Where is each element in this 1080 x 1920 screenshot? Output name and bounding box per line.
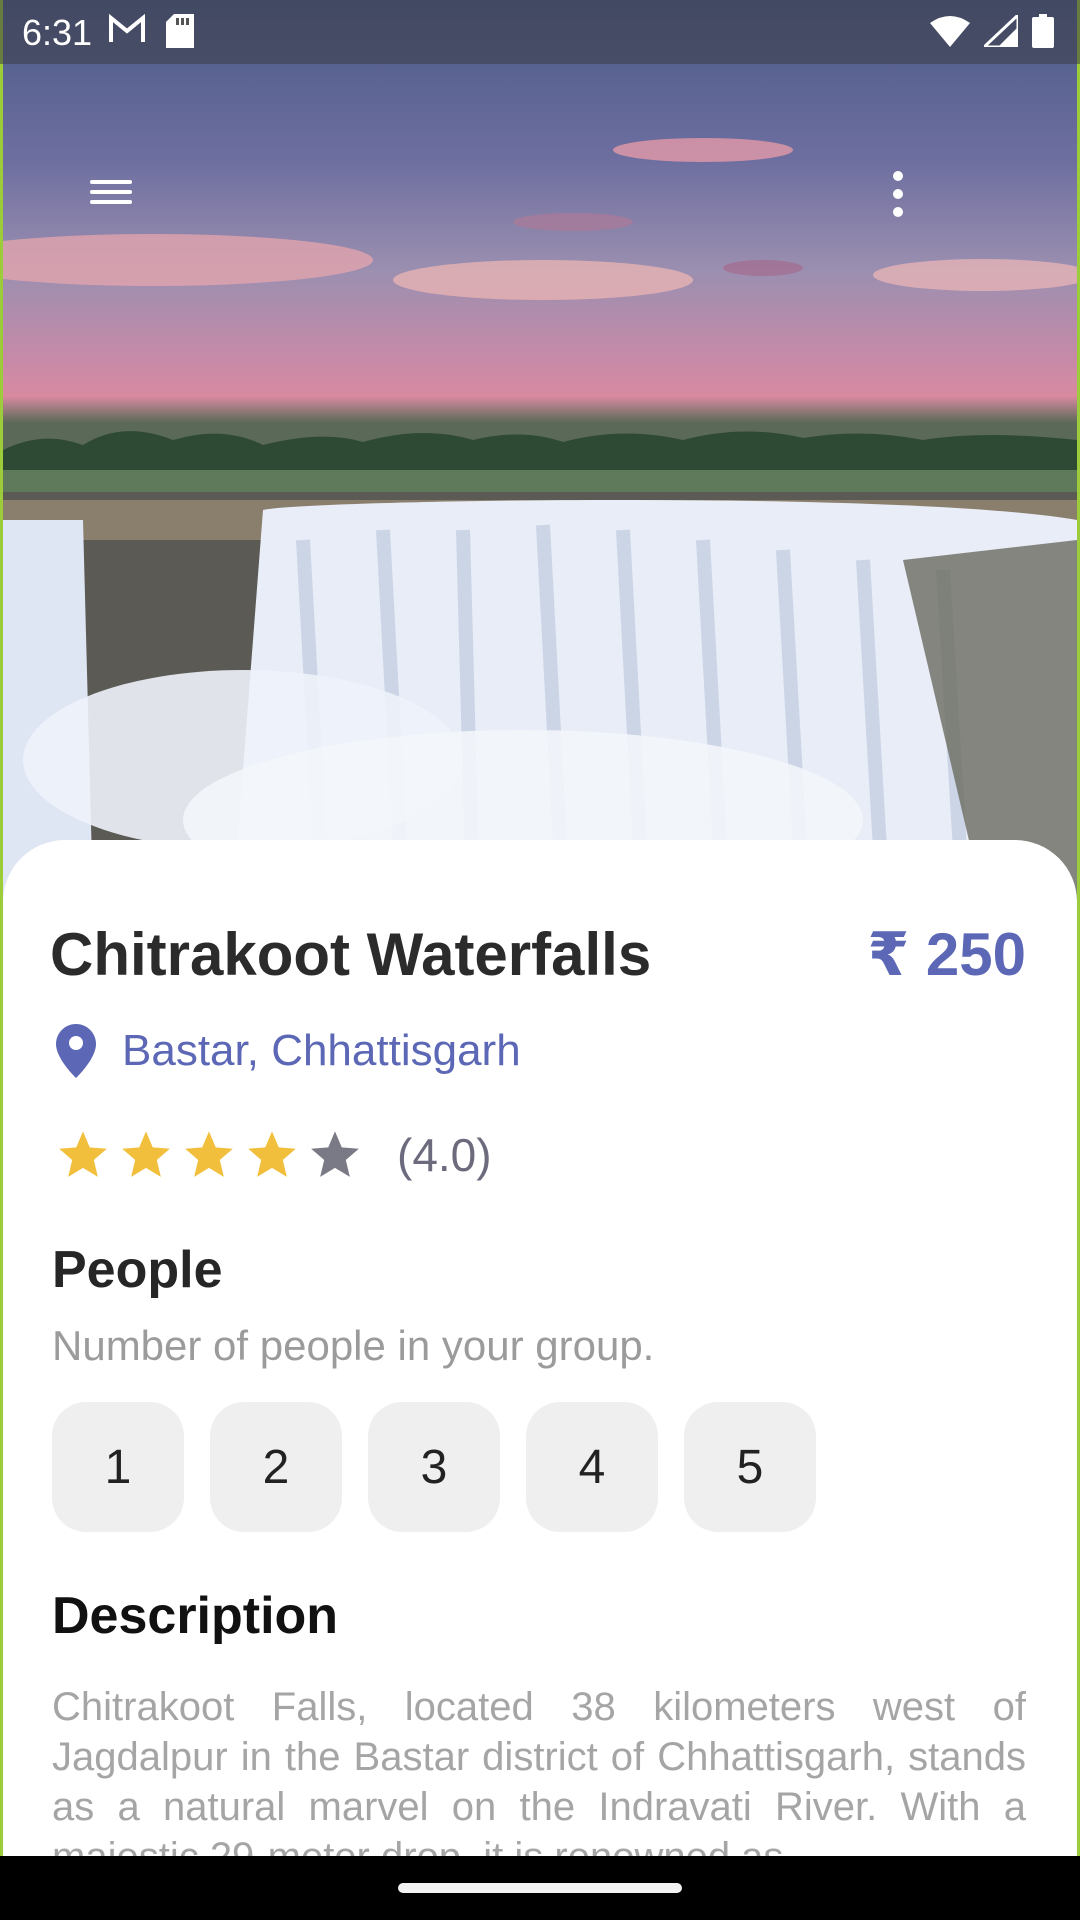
screen: 6:31 Chitrakoot Waterfalls ₹ 250 Bastar,… — [0, 0, 1080, 1856]
place-title: Chitrakoot Waterfalls — [50, 921, 652, 988]
battery-icon — [1032, 14, 1054, 48]
rating-row: (4.0) — [56, 1128, 492, 1182]
status-bar: 6:31 — [0, 0, 1080, 64]
star-empty-icon — [311, 1131, 359, 1177]
home-indicator[interactable] — [398, 1883, 682, 1893]
hero-image — [3, 0, 1077, 900]
people-subtitle: Number of people in your group. — [52, 1322, 655, 1369]
people-heading: People — [52, 1241, 223, 1299]
people-option-2[interactable]: 2 — [210, 1402, 342, 1532]
star-filled-icon — [59, 1131, 107, 1177]
more-vertical-icon — [893, 171, 903, 217]
gmail-icon — [109, 14, 145, 42]
people-option-1[interactable]: 1 — [52, 1402, 184, 1532]
price-label: ₹ 250 — [867, 921, 1026, 988]
menu-button[interactable] — [82, 168, 142, 216]
description-heading: Description — [52, 1587, 339, 1645]
star-filled-icon — [248, 1131, 296, 1177]
more-options-button[interactable] — [880, 166, 916, 222]
star-filled-icon — [185, 1131, 233, 1177]
rating-value: (4.0) — [397, 1129, 492, 1181]
people-option-5[interactable]: 5 — [684, 1402, 816, 1532]
location-pin-icon — [56, 1024, 96, 1078]
cell-signal-icon — [984, 15, 1018, 47]
sd-card-icon — [166, 14, 194, 48]
status-time: 6:31 — [22, 12, 93, 53]
people-option-3[interactable]: 3 — [368, 1402, 500, 1532]
location-text: Bastar, Chhattisgarh — [122, 1026, 521, 1075]
star-filled-icon — [122, 1131, 170, 1177]
hamburger-menu-icon — [90, 180, 132, 204]
description-text: Chitrakoot Falls, located 38 kilometers … — [52, 1685, 1026, 1856]
people-option-4[interactable]: 4 — [526, 1402, 658, 1532]
location-row: Bastar, Chhattisgarh — [56, 1024, 521, 1078]
people-selector: 1 2 3 4 5 — [52, 1402, 816, 1532]
wifi-icon — [930, 16, 970, 47]
